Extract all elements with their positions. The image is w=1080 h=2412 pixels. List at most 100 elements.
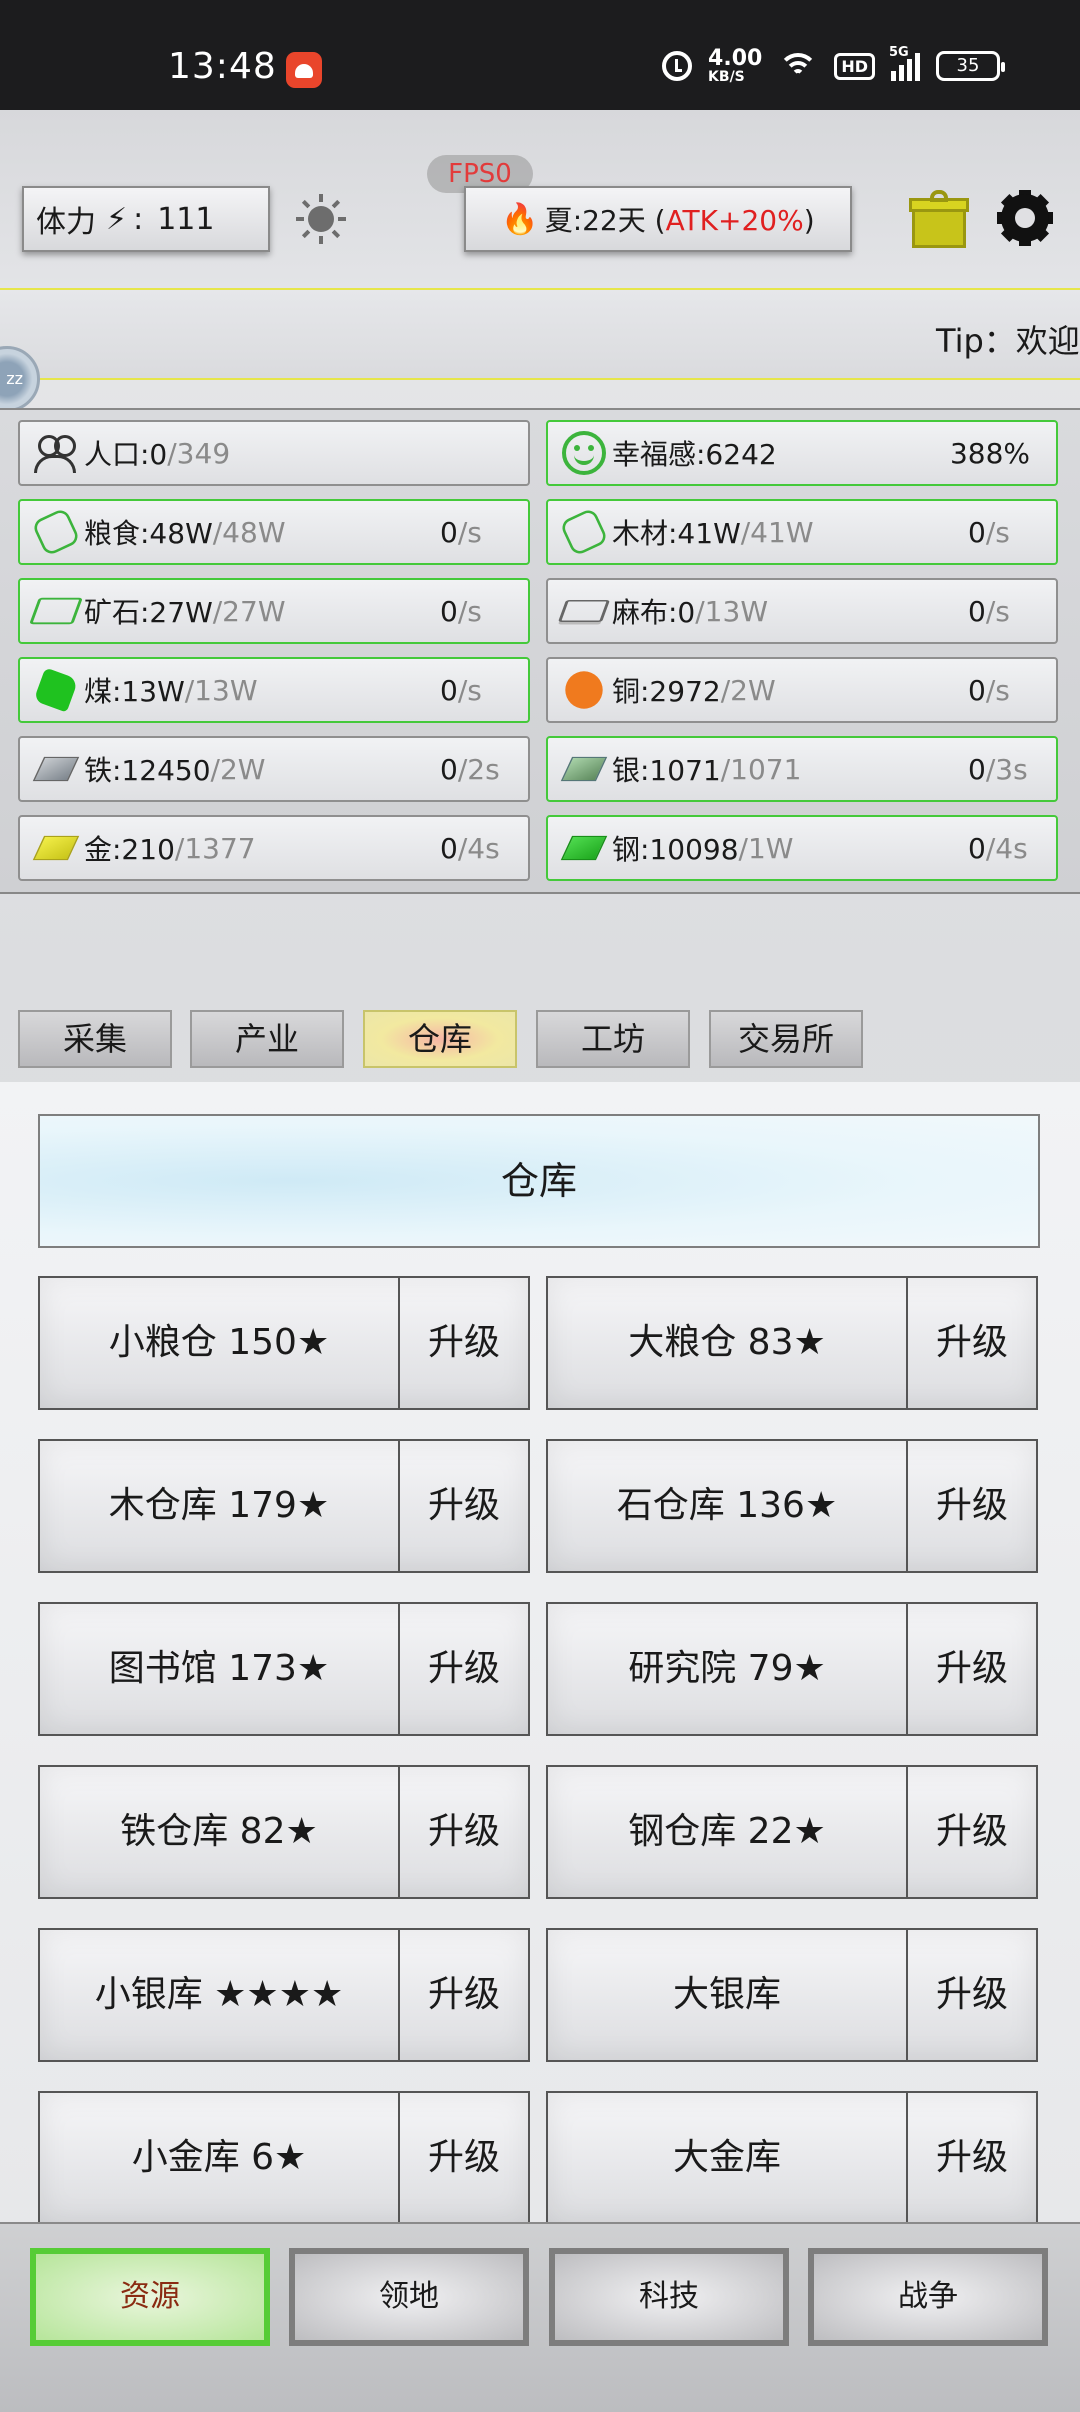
status-bar: 13:48 4.00 KB/S HD 5G 35 xyxy=(0,0,1080,110)
resource-rate-value: 0 xyxy=(968,752,986,786)
upgrade-button[interactable]: 升级 xyxy=(400,1278,528,1408)
tab-1[interactable]: 产业 xyxy=(190,1010,344,1068)
resource-rate-unit: /2s xyxy=(457,752,500,786)
building-name: 小银库 ★★★★ xyxy=(40,1930,400,2060)
resource-rate: 0/2s xyxy=(440,753,500,786)
ore-icon xyxy=(29,597,83,625)
app-notification-icon xyxy=(286,52,322,88)
resource-rate-value: 0 xyxy=(968,594,986,628)
upgrade-button[interactable]: 升级 xyxy=(908,2093,1036,2223)
resource-item[interactable]: 钢:10098/1W 0/4s xyxy=(546,815,1058,881)
tab-4[interactable]: 交易所 xyxy=(709,1010,863,1068)
resource-item[interactable]: 幸福感:6242 388% xyxy=(546,420,1058,486)
tab-3[interactable]: 工坊 xyxy=(536,1010,690,1068)
resource-item[interactable]: 木材:41W/41W 0/s xyxy=(546,499,1058,565)
resource-capacity: /349 xyxy=(167,436,231,470)
building-row: 小金库 6★ 升级 xyxy=(38,2091,530,2225)
gift-icon[interactable] xyxy=(909,190,969,248)
resource-capacity: /13W xyxy=(184,673,258,707)
status-icons: 4.00 KB/S HD 5G 35 xyxy=(662,45,1005,85)
building-row: 钢仓库 22★ 升级 xyxy=(546,1765,1038,1899)
upgrade-button[interactable]: 升级 xyxy=(400,1930,528,2060)
building-name: 图书馆 173★ xyxy=(40,1604,400,1734)
resource-item[interactable]: 粮食:48W/48W 0/s xyxy=(18,499,530,565)
fire-icon: 🔥 xyxy=(501,201,539,237)
building-row: 大金库 升级 xyxy=(546,2091,1038,2225)
resource-name: 麻布:0 xyxy=(612,596,696,629)
net-speed: 4.00 KB/S xyxy=(708,46,763,85)
resource-name: 银:1071 xyxy=(612,754,721,787)
resource-capacity: /27W xyxy=(212,594,286,628)
resource-rate: 0/s xyxy=(968,516,1010,549)
upgrade-button[interactable]: 升级 xyxy=(400,1441,528,1571)
building-name: 木仓库 179★ xyxy=(40,1441,400,1571)
resource-rate-value: 0 xyxy=(440,673,458,707)
resource-rate: 0/s xyxy=(440,595,482,628)
upgrade-button[interactable]: 升级 xyxy=(908,1441,1036,1571)
season-bonus: ATK+20% xyxy=(665,204,804,237)
resource-rate-unit: /s xyxy=(457,673,482,707)
building-name: 大银库 xyxy=(548,1930,908,2060)
resource-capacity: /13W xyxy=(695,594,768,628)
season-box[interactable]: 🔥 夏:22天 (ATK+20%) xyxy=(464,186,852,252)
upgrade-button[interactable]: 升级 xyxy=(908,1604,1036,1734)
resource-item[interactable]: 煤:13W/13W 0/s xyxy=(18,657,530,723)
resource-rate-value: 0 xyxy=(968,673,986,707)
resource-rate-unit: /s xyxy=(457,594,482,628)
resource-capacity: /41W xyxy=(740,515,814,549)
resource-rate-value: 0 xyxy=(440,594,458,628)
upgrade-button[interactable]: 升级 xyxy=(400,2093,528,2223)
building-name: 大粮仓 83★ xyxy=(548,1278,908,1408)
sun-icon xyxy=(296,194,346,244)
silver-icon xyxy=(560,756,608,782)
battery-icon: 35 xyxy=(936,51,1005,81)
resource-rate: 0/4s xyxy=(440,832,500,865)
stamina-box[interactable]: 体力 ⚡ : 111 xyxy=(22,186,270,252)
building-name: 研究院 79★ xyxy=(548,1604,908,1734)
resource-capacity: /2W xyxy=(210,752,266,786)
resource-item[interactable]: 银:1071/1071 0/3s xyxy=(546,736,1058,802)
resource-rate: 0/s xyxy=(968,595,1010,628)
wood-icon xyxy=(559,507,609,557)
nav-button-3[interactable]: 战争 xyxy=(808,2248,1048,2346)
resource-capacity: /2W xyxy=(720,673,776,707)
resource-item[interactable]: 麻布:0/13W 0/s xyxy=(546,578,1058,644)
happiness-percent: 388% xyxy=(949,436,1030,470)
wifi-icon xyxy=(778,51,819,81)
resource-name: 铜:2972 xyxy=(612,675,721,708)
resource-rate-value: 0 xyxy=(440,831,458,865)
upgrade-button[interactable]: 升级 xyxy=(400,1767,528,1897)
building-row: 图书馆 173★ 升级 xyxy=(38,1602,530,1736)
resource-rate-value: 0 xyxy=(440,515,458,549)
nav-button-1[interactable]: 领地 xyxy=(289,2248,529,2346)
tab-2[interactable]: 仓库 xyxy=(363,1010,517,1068)
resource-item[interactable]: 人口:0/349 xyxy=(18,420,530,486)
gold-icon xyxy=(32,835,80,861)
season-text: 夏:22天 (ATK+20%) xyxy=(544,204,815,237)
resource-item[interactable]: 金:210/1377 0/4s xyxy=(18,815,530,881)
upgrade-button[interactable]: 升级 xyxy=(908,1767,1036,1897)
upgrade-button[interactable]: 升级 xyxy=(908,1930,1036,2060)
resource-name: 幸福感:6242 xyxy=(612,438,777,471)
tab-0[interactable]: 采集 xyxy=(18,1010,172,1068)
resource-item[interactable]: 矿石:27W/27W 0/s xyxy=(18,578,530,644)
resource-rate-unit: /s xyxy=(985,594,1010,628)
resource-name: 铁:12450 xyxy=(84,754,211,787)
upgrade-button[interactable]: 升级 xyxy=(908,1278,1036,1408)
building-row: 研究院 79★ 升级 xyxy=(546,1602,1038,1736)
resource-item[interactable]: 铜:2972/2W 0/s xyxy=(546,657,1058,723)
resource-name: 粮食:48W xyxy=(84,517,213,550)
resource-rate-unit: /s xyxy=(985,515,1010,549)
settings-gear-icon[interactable] xyxy=(997,190,1053,246)
resource-item[interactable]: 铁:12450/2W 0/2s xyxy=(18,736,530,802)
upgrade-button[interactable]: 升级 xyxy=(400,1604,528,1734)
resource-rate-unit: /4s xyxy=(457,831,500,865)
building-name: 小粮仓 150★ xyxy=(40,1278,400,1408)
nav-button-0[interactable]: 资源 xyxy=(30,2248,270,2346)
nav-button-2[interactable]: 科技 xyxy=(549,2248,789,2346)
resource-capacity: /1W xyxy=(738,831,794,865)
hd-icon: HD xyxy=(834,52,875,80)
tip-marquee: Tip：欢迎 xyxy=(0,288,1080,380)
resource-rate-value: 0 xyxy=(968,515,986,549)
iron-icon xyxy=(32,756,80,782)
